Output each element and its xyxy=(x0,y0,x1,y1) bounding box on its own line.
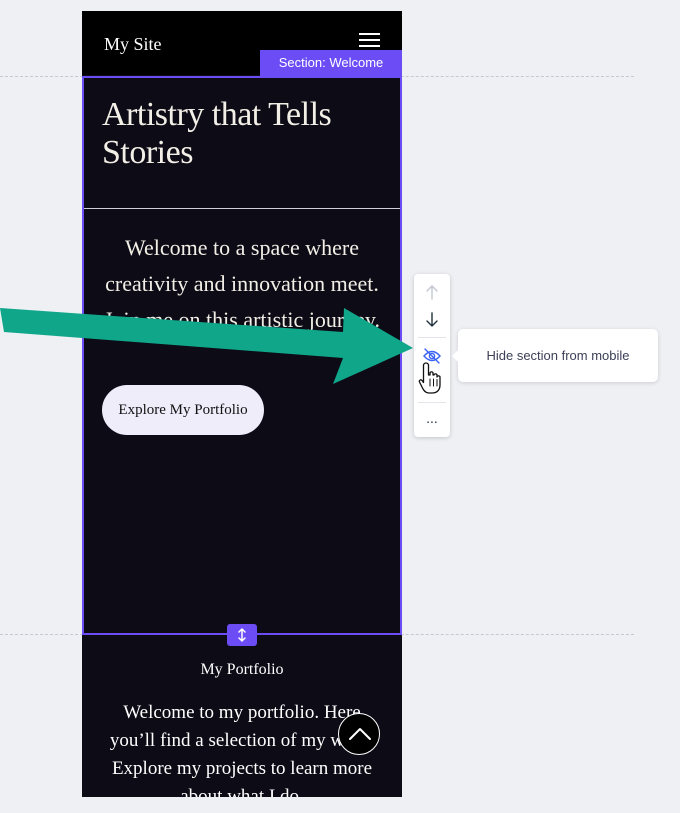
section-tag[interactable]: Section: Welcome xyxy=(260,50,402,76)
arrow-down-icon xyxy=(426,312,438,327)
section-toolbar: ... xyxy=(414,274,450,437)
portfolio-title: My Portfolio xyxy=(200,661,284,678)
explore-portfolio-button[interactable]: Explore My Portfolio xyxy=(102,385,264,435)
hand-cursor-icon xyxy=(418,362,441,394)
arrow-up-icon xyxy=(426,285,438,300)
move-up-button[interactable] xyxy=(414,277,450,307)
toolbar-separator xyxy=(418,402,446,403)
scroll-top-button[interactable] xyxy=(338,713,380,755)
toolbar-separator xyxy=(418,337,446,338)
mobile-preview: My Site Artistry that Tells Stories Welc… xyxy=(82,11,402,797)
welcome-section[interactable]: Artistry that Tells Stories Welcome to a… xyxy=(82,76,402,635)
hero-title: Artistry that Tells Stories xyxy=(102,96,332,171)
hero-divider xyxy=(84,208,400,209)
more-icon[interactable]: ... xyxy=(414,410,450,426)
hide-section-tooltip: Hide section from mobile xyxy=(452,329,658,382)
hamburger-icon[interactable] xyxy=(359,33,380,47)
resize-vertical-icon[interactable] xyxy=(227,624,257,646)
hero-text: Welcome to a space where creativity and … xyxy=(104,235,380,332)
move-down-button[interactable] xyxy=(414,305,450,335)
chevron-up-icon xyxy=(349,728,371,740)
site-name: My Site xyxy=(104,34,162,54)
